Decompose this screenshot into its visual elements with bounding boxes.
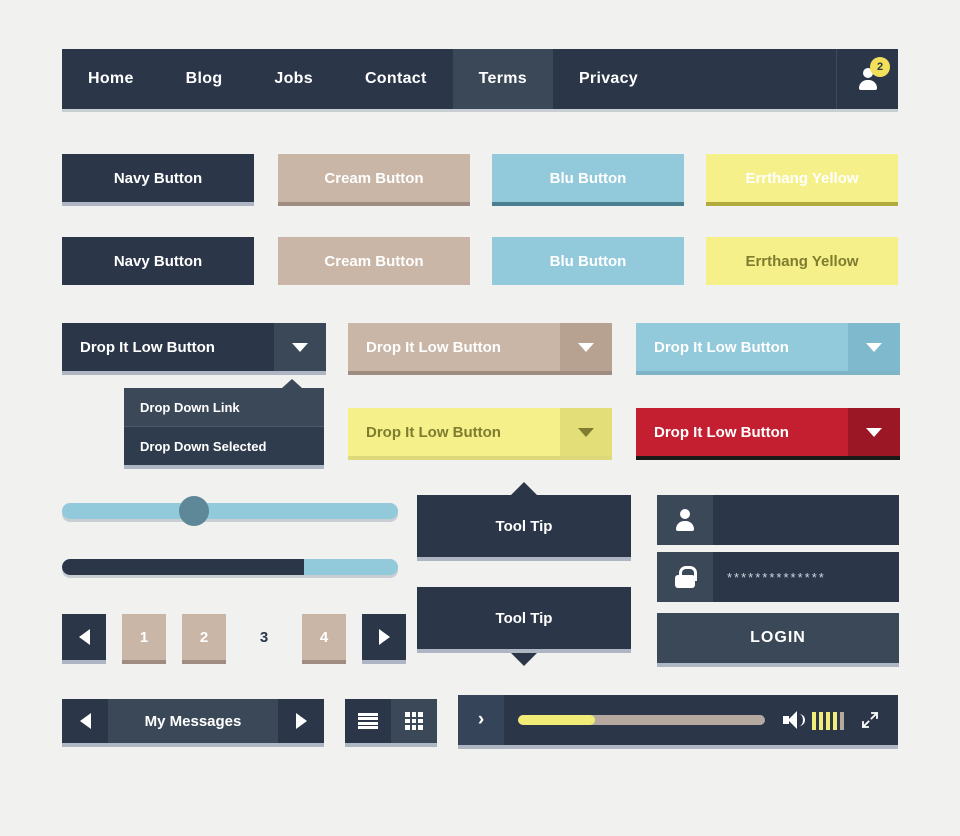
button-navy-shadowed[interactable]: Navy Button — [62, 154, 254, 202]
volume-bar-3 — [826, 712, 830, 730]
tooltip-arrow-down-icon — [511, 653, 537, 666]
dropdown-menu-item-selected[interactable]: Drop Down Selected — [124, 427, 324, 465]
volume-bar-5 — [840, 712, 844, 730]
dropdown-menu-item-link[interactable]: Drop Down Link — [124, 388, 324, 426]
username-field[interactable] — [657, 495, 899, 545]
dropdown-navy[interactable]: Drop It Low Button — [62, 323, 326, 371]
progress-bar-fill — [62, 559, 304, 575]
arrow-left-icon — [79, 713, 91, 729]
messages-next-button[interactable] — [278, 699, 324, 743]
list-view-icon — [358, 713, 378, 729]
nav-item-home[interactable]: Home — [62, 49, 160, 109]
dropdown-navy-label: Drop It Low Button — [80, 338, 215, 356]
tooltip-top: Tool Tip — [417, 482, 631, 557]
messages-title: My Messages — [144, 712, 242, 730]
media-progress-track[interactable] — [518, 715, 765, 725]
arrow-right-icon — [295, 713, 307, 729]
navbar-user-button[interactable]: 2 — [836, 49, 898, 109]
button-cream-flat[interactable]: Cream Button — [278, 237, 470, 285]
dropdown-cream[interactable]: Drop It Low Button — [348, 323, 612, 371]
nav-item-contact[interactable]: Contact — [339, 49, 453, 109]
button-blu-flat[interactable]: Blu Button — [492, 237, 684, 285]
dropdown-yellow[interactable]: Drop It Low Button — [348, 408, 612, 456]
chevron-down-icon[interactable] — [560, 408, 612, 456]
speaker-icon[interactable] — [783, 711, 805, 729]
volume-bar-4 — [833, 712, 837, 730]
grid-view-icon — [405, 712, 423, 730]
pagination-page-4[interactable]: 4 — [302, 614, 346, 660]
user-icon — [657, 495, 713, 545]
messages-prev-button[interactable] — [62, 699, 108, 743]
nav-item-terms[interactable]: Terms — [452, 49, 553, 109]
play-button[interactable]: › — [458, 695, 504, 745]
dropdown-yellow-label: Drop It Low Button — [366, 423, 501, 441]
dropdown-blu-label: Drop It Low Button — [654, 338, 789, 356]
navbar: Home Blog Jobs Contact Terms Privacy 2 — [62, 49, 898, 109]
pagination-page-2[interactable]: 2 — [182, 614, 226, 660]
dropdown-cream-label: Drop It Low Button — [366, 338, 501, 356]
pagination-page-1[interactable]: 1 — [122, 614, 166, 660]
grid-view-button[interactable] — [391, 699, 437, 743]
chevron-down-icon[interactable] — [848, 323, 900, 371]
slider-handle[interactable] — [179, 496, 209, 526]
password-field[interactable]: ************** — [657, 552, 899, 602]
volume-level-bars[interactable] — [812, 710, 844, 730]
view-toggle — [345, 699, 437, 743]
progress-bar — [62, 559, 398, 575]
lock-icon — [657, 552, 713, 602]
volume-bar-2 — [819, 712, 823, 730]
button-blu-shadowed[interactable]: Blu Button — [492, 154, 684, 202]
chevron-down-icon[interactable] — [274, 323, 326, 371]
tooltip-top-label: Tool Tip — [495, 517, 553, 535]
arrow-left-icon — [78, 629, 90, 645]
nav-item-jobs[interactable]: Jobs — [248, 49, 339, 109]
dropdown-menu-pointer — [282, 379, 302, 388]
dropdown-red[interactable]: Drop It Low Button — [636, 408, 900, 456]
login-button[interactable]: LOGIN — [657, 613, 899, 663]
list-view-button[interactable] — [345, 699, 391, 743]
nav-item-blog[interactable]: Blog — [160, 49, 249, 109]
username-value[interactable] — [713, 495, 899, 545]
range-slider[interactable] — [62, 496, 398, 526]
volume-bar-1 — [812, 712, 816, 730]
notification-badge: 2 — [870, 57, 890, 77]
media-progress-fill — [518, 715, 595, 725]
button-cream-shadowed[interactable]: Cream Button — [278, 154, 470, 202]
fullscreen-icon[interactable] — [860, 710, 882, 730]
password-value[interactable]: ************** — [713, 552, 899, 602]
chevron-down-icon[interactable] — [560, 323, 612, 371]
navbar-spacer — [664, 49, 836, 109]
dropdown-blu[interactable]: Drop It Low Button — [636, 323, 900, 371]
pagination: 1 2 3 4 — [62, 614, 422, 660]
pagination-next-button[interactable] — [362, 614, 406, 660]
nav-item-privacy[interactable]: Privacy — [553, 49, 664, 109]
messages-bar: My Messages — [62, 699, 324, 743]
pagination-prev-button[interactable] — [62, 614, 106, 660]
tooltip-bottom-label: Tool Tip — [495, 609, 553, 627]
media-player: › — [458, 695, 898, 745]
tooltip-bottom: Tool Tip — [417, 587, 631, 666]
ui-kit-canvas: Home Blog Jobs Contact Terms Privacy 2 N… — [0, 0, 960, 836]
button-yellow-shadowed[interactable]: Errthang Yellow — [706, 154, 898, 202]
button-yellow-flat[interactable]: Errthang Yellow — [706, 237, 898, 285]
pagination-page-3-current[interactable]: 3 — [242, 614, 286, 660]
button-navy-flat[interactable]: Navy Button — [62, 237, 254, 285]
tooltip-arrow-up-icon — [511, 482, 537, 495]
arrow-right-icon — [378, 629, 390, 645]
chevron-down-icon[interactable] — [848, 408, 900, 456]
dropdown-red-label: Drop It Low Button — [654, 423, 789, 441]
dropdown-menu: Drop Down Link Drop Down Selected — [124, 379, 324, 465]
